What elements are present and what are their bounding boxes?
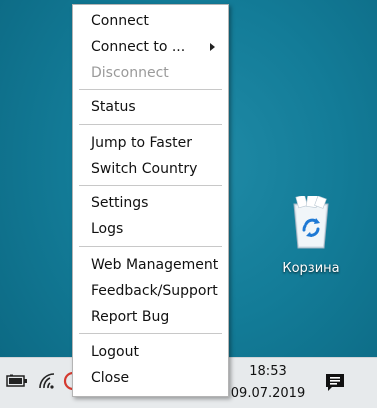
recycle-bin-shortcut[interactable]: Корзина [273, 196, 349, 280]
tray-context-menu: Connect Connect to ... Disconnect Status… [72, 4, 229, 397]
menu-item-connect[interactable]: Connect [91, 12, 149, 30]
menu-item-status[interactable]: Status [91, 98, 136, 116]
menu-item-switch-country[interactable]: Switch Country [91, 160, 197, 178]
notification-center-icon[interactable] [324, 371, 346, 393]
recycle-bin-label: Корзина [282, 261, 340, 276]
submenu-arrow-icon [210, 43, 215, 51]
menu-item-report-bug[interactable]: Report Bug [91, 308, 169, 326]
menu-item-jump-to-faster[interactable]: Jump to Faster [91, 134, 192, 152]
menu-separator [79, 124, 222, 125]
menu-item-close[interactable]: Close [91, 369, 129, 387]
wifi-icon[interactable] [38, 372, 56, 390]
menu-separator [79, 185, 222, 186]
menu-separator [79, 246, 222, 247]
menu-item-settings[interactable]: Settings [91, 194, 148, 212]
battery-icon[interactable] [6, 374, 28, 388]
system-clock[interactable]: 18:53 09.07.2019 [228, 361, 308, 405]
menu-separator [79, 89, 222, 90]
recycle-bin-icon [293, 196, 329, 249]
menu-item-disconnect: Disconnect [91, 65, 169, 81]
menu-item-connect-to[interactable]: Connect to ... [91, 38, 185, 56]
clock-time: 18:53 [249, 364, 287, 379]
menu-separator [79, 333, 222, 334]
menu-item-web-management[interactable]: Web Management [91, 256, 218, 274]
clock-date: 09.07.2019 [230, 386, 306, 401]
menu-item-feedback-support[interactable]: Feedback/Support [91, 282, 218, 300]
menu-item-logs[interactable]: Logs [91, 220, 123, 238]
menu-item-logout[interactable]: Logout [91, 343, 139, 361]
